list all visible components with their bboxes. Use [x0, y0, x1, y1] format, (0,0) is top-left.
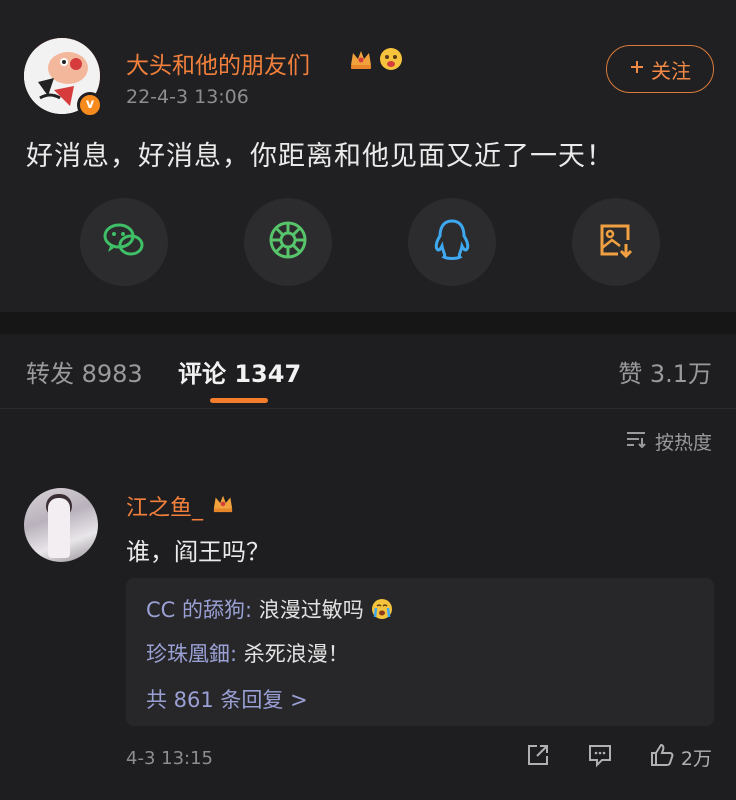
- emoji-face-icon: [378, 46, 404, 76]
- reply-comment-button[interactable]: [587, 742, 613, 772]
- thumbs-up-icon: [649, 742, 675, 772]
- verified-icon: v: [77, 92, 103, 118]
- reply-username[interactable]: CC 的舔狗:: [146, 598, 252, 622]
- post-username[interactable]: 大头和他的朋友们: [126, 46, 310, 80]
- like-count: 2万: [680, 747, 712, 770]
- tab-comment[interactable]: 评论 1347: [178, 354, 301, 389]
- post-card: v 大头和他的朋友们 22-4-3 13:06 关注 好消息，好消息，你距离和他…: [0, 0, 736, 312]
- post-text: 好消息，好消息，你距离和他见面又近了一天！: [26, 141, 614, 172]
- post-time: 22-4-3 13:06: [126, 86, 249, 108]
- like-comment-button[interactable]: 2万: [649, 742, 712, 772]
- reply-text: 杀死浪漫！: [237, 642, 349, 666]
- reply-item[interactable]: 珍珠凰鈿: 杀死浪漫！: [146, 638, 349, 668]
- crown-icon: [348, 47, 374, 75]
- comment-avatar[interactable]: [24, 488, 98, 562]
- active-tab-indicator: [210, 398, 268, 403]
- follow-button[interactable]: 关注: [606, 45, 714, 93]
- avatar-figure: [48, 498, 70, 558]
- reply-item[interactable]: CC 的舔狗: 浪漫过敏吗: [146, 594, 394, 626]
- share-row: [0, 198, 736, 286]
- tab-like[interactable]: 赞 3.1万: [618, 354, 712, 389]
- comment-time: 4-3 13:15: [126, 748, 213, 769]
- replies-box[interactable]: CC 的舔狗: 浪漫过敏吗 珍珠凰鈿: 杀死浪漫！ 共 861 条回复 >: [126, 578, 714, 726]
- tabs-divider: [0, 408, 736, 409]
- section-divider: [0, 312, 736, 334]
- comment-icon: [587, 745, 613, 772]
- crown-icon: [211, 492, 235, 520]
- save-image-icon: [596, 220, 636, 264]
- tab-repost[interactable]: 转发 8983: [26, 354, 143, 389]
- comment-user: 江之鱼_: [126, 490, 235, 522]
- comment-text: 谁，阎王吗？: [126, 538, 270, 566]
- reply-text: 浪漫过敏吗: [252, 598, 364, 622]
- share-wechat-button[interactable]: [80, 198, 168, 286]
- share-qq-button[interactable]: [408, 198, 496, 286]
- share-icon: [525, 745, 551, 772]
- sort-icon: [625, 430, 647, 453]
- crying-emoji-icon: [370, 597, 394, 626]
- plus-icon: [629, 58, 645, 81]
- sort-button[interactable]: 按热度: [625, 428, 712, 455]
- moments-icon: [267, 219, 309, 265]
- qq-icon: [432, 218, 472, 266]
- wechat-icon: [102, 220, 146, 264]
- follow-label: 关注: [651, 60, 691, 83]
- share-moments-button[interactable]: [244, 198, 332, 286]
- reply-username[interactable]: 珍珠凰鈿:: [146, 642, 237, 666]
- share-comment-button[interactable]: [525, 742, 551, 772]
- sort-label: 按热度: [654, 432, 712, 454]
- more-replies-link[interactable]: 共 861 条回复 >: [146, 684, 308, 714]
- comment-actions: 2万: [525, 742, 712, 772]
- interaction-tabs: 转发 8983 评论 1347 赞 3.1万: [0, 334, 736, 408]
- user-badges: [348, 46, 404, 76]
- save-image-button[interactable]: [572, 198, 660, 286]
- comment-username[interactable]: 江之鱼_: [126, 490, 203, 522]
- avatar[interactable]: v: [24, 38, 103, 118]
